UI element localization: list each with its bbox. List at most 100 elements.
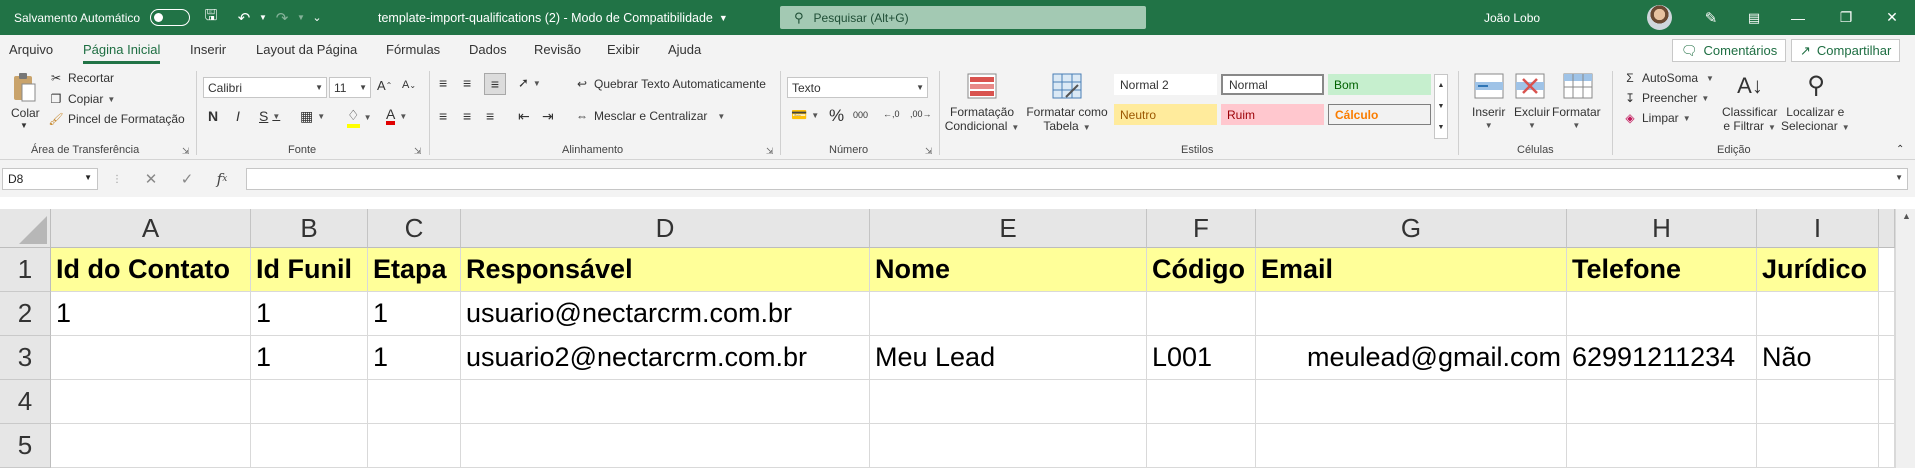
cell-j4[interactable]	[1879, 380, 1895, 424]
select-all-button[interactable]	[0, 209, 51, 248]
find-icon[interactable]: ⚲	[1800, 69, 1832, 101]
enter-icon[interactable]: ✓	[174, 168, 200, 190]
style-neutro[interactable]: Neutro	[1114, 104, 1217, 125]
cell-j2[interactable]	[1879, 292, 1895, 336]
cell-f4[interactable]	[1147, 380, 1256, 424]
style-calculo[interactable]: Cálculo	[1328, 104, 1431, 125]
cell-e2[interactable]	[870, 292, 1147, 336]
row-header-3[interactable]: 3	[0, 336, 51, 380]
cell-a4[interactable]	[51, 380, 251, 424]
paste-button[interactable]: Colar	[11, 106, 40, 120]
cell-h2[interactable]	[1567, 292, 1757, 336]
insert-function-icon[interactable]: fx	[209, 168, 235, 190]
cell-d1[interactable]: Responsável	[461, 248, 870, 292]
decrease-decimal-icon[interactable]: ,00→	[910, 109, 932, 119]
font-size-select[interactable]: 11 ▼	[329, 77, 371, 98]
column-header-c[interactable]: C	[368, 209, 461, 248]
column-header-d[interactable]: D	[461, 209, 870, 248]
fill-button[interactable]: ↧ Preencher ▼	[1622, 91, 1709, 105]
cell-i2[interactable]	[1757, 292, 1879, 336]
cell-d5[interactable]	[461, 424, 870, 468]
cell-h3[interactable]: 62991211234	[1567, 336, 1757, 380]
style-bom[interactable]: Bom	[1328, 74, 1431, 95]
comma-style-icon[interactable]: 000	[853, 110, 868, 120]
decrease-indent-icon[interactable]: ⇤	[518, 108, 530, 125]
cell-j5[interactable]	[1879, 424, 1895, 468]
close-button[interactable]: ✕	[1873, 0, 1911, 35]
conditional-formatting-button[interactable]: Formatação Condicional ▼	[945, 105, 1020, 135]
row-header-1[interactable]: 1	[0, 248, 51, 292]
align-top-icon[interactable]: ≡	[439, 75, 447, 91]
font-name-select[interactable]: Calibri ▼	[203, 77, 327, 98]
save-icon[interactable]: 🖫	[199, 0, 223, 35]
minimize-button[interactable]: —	[1779, 0, 1817, 35]
ribbon-display-icon[interactable]: ▤	[1742, 0, 1766, 35]
cell-g2[interactable]	[1256, 292, 1567, 336]
number-launcher-icon[interactable]: ⇲	[925, 146, 933, 157]
tab-inserir[interactable]: Inserir	[190, 35, 226, 65]
column-header-i[interactable]: I	[1757, 209, 1879, 248]
cell-i5[interactable]	[1757, 424, 1879, 468]
format-as-table-button[interactable]: Formatar como Tabela ▼	[1025, 105, 1109, 135]
column-header-b[interactable]: B	[251, 209, 368, 248]
scroll-up-icon[interactable]: ▲	[1902, 211, 1911, 221]
number-format-select[interactable]: Texto ▼	[787, 77, 928, 98]
copy-button[interactable]: ❐ Copiar ▼	[48, 92, 116, 106]
column-header-a[interactable]: A	[51, 209, 251, 248]
share-button[interactable]: ↗ Compartilhar	[1791, 39, 1901, 62]
cell-f5[interactable]	[1147, 424, 1256, 468]
cell-j1[interactable]	[1879, 248, 1895, 292]
cell-e3[interactable]: Meu Lead	[870, 336, 1147, 380]
tab-dados[interactable]: Dados	[469, 35, 507, 65]
fill-color-icon[interactable]: ♢ ▼	[347, 107, 371, 128]
column-header-e[interactable]: E	[870, 209, 1147, 248]
format-cells-button[interactable]: Formatar ▼	[1552, 105, 1601, 133]
tab-revisao[interactable]: Revisão	[534, 35, 581, 65]
cell-f3[interactable]: L001	[1147, 336, 1256, 380]
cell-e1[interactable]: Nome	[870, 248, 1147, 292]
cell-d4[interactable]	[461, 380, 870, 424]
customize-toolbar-icon[interactable]: ⌄	[305, 0, 329, 35]
column-header-j[interactable]	[1879, 209, 1895, 248]
paste-dropdown-icon[interactable]: ▼	[20, 121, 28, 130]
cell-g1[interactable]: Email	[1256, 248, 1567, 292]
cell-c2[interactable]: 1	[368, 292, 461, 336]
restore-button[interactable]: ❐	[1827, 0, 1865, 35]
alignment-launcher-icon[interactable]: ⇲	[766, 146, 774, 157]
font-color-icon[interactable]: A ▼	[386, 107, 407, 125]
cancel-icon[interactable]: ✕	[138, 168, 164, 190]
cell-e5[interactable]	[870, 424, 1147, 468]
search-box[interactable]: ⚲ Pesquisar (Alt+G)	[780, 6, 1146, 29]
find-select-button[interactable]: Localizar e Selecionar ▼	[1781, 105, 1850, 135]
align-middle-icon[interactable]: ≡	[463, 75, 471, 91]
align-left-icon[interactable]: ≡	[439, 108, 447, 124]
vertical-scrollbar[interactable]: ▲	[1895, 209, 1915, 468]
cell-h5[interactable]	[1567, 424, 1757, 468]
tab-arquivo[interactable]: Arquivo	[9, 35, 53, 65]
pen-icon[interactable]: ✎	[1699, 0, 1723, 35]
borders-icon[interactable]: ▦ ▼	[300, 108, 325, 125]
format-cells-icon[interactable]	[1562, 72, 1594, 100]
cell-d2[interactable]: usuario@nectarcrm.com.br	[461, 292, 870, 336]
tab-formulas[interactable]: Fórmulas	[386, 35, 440, 65]
clipboard-launcher-icon[interactable]: ⇲	[182, 146, 190, 157]
tab-ajuda[interactable]: Ajuda	[668, 35, 701, 65]
sort-filter-button[interactable]: Classificar e Filtrar ▼	[1722, 105, 1777, 135]
column-header-g[interactable]: G	[1256, 209, 1567, 248]
comments-button[interactable]: 🗨 Comentários	[1672, 39, 1787, 62]
collapse-ribbon-icon[interactable]: ⌃	[1896, 144, 1904, 155]
shrink-font-icon[interactable]: A ⌄	[402, 79, 416, 91]
cell-f2[interactable]	[1147, 292, 1256, 336]
insert-cells-button[interactable]: Inserir ▼	[1472, 105, 1505, 133]
cell-a3[interactable]	[51, 336, 251, 380]
cut-button[interactable]: ✂ Recortar	[48, 71, 114, 85]
style-ruim[interactable]: Ruim	[1221, 104, 1324, 125]
align-center-icon[interactable]: ≡	[463, 108, 471, 124]
row-header-2[interactable]: 2	[0, 292, 51, 336]
name-box[interactable]: D8 ▼	[2, 168, 98, 190]
delete-cells-button[interactable]: Excluir ▼	[1514, 105, 1550, 133]
avatar[interactable]	[1647, 5, 1672, 30]
cell-a2[interactable]: 1	[51, 292, 251, 336]
currency-icon[interactable]: 💳 ▼	[791, 107, 819, 123]
clear-button[interactable]: ◈ Limpar ▼	[1622, 111, 1690, 125]
